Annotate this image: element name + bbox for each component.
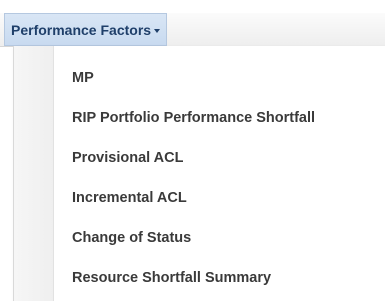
menu-item-label: Change of Status	[72, 230, 192, 246]
menu-item-change-of-status[interactable]: Change of Status	[14, 218, 385, 258]
menu-item-provisional-acl[interactable]: Provisional ACL	[14, 138, 385, 178]
dropdown-menu: MP RIP Portfolio Performance Shortfall P…	[13, 46, 385, 301]
menu-bar: Performance Factors	[0, 13, 385, 47]
dropdown-menu-list: MP RIP Portfolio Performance Shortfall P…	[14, 58, 385, 298]
caret-down-icon	[154, 28, 161, 33]
performance-factors-menu-button[interactable]: Performance Factors	[4, 13, 168, 46]
menu-item-label: MP	[72, 70, 94, 86]
menu-item-rip-portfolio-performance-shortfall[interactable]: RIP Portfolio Performance Shortfall	[14, 98, 385, 138]
menu-item-label: Resource Shortfall Summary	[72, 270, 272, 286]
menu-item-resource-shortfall-summary[interactable]: Resource Shortfall Summary	[14, 258, 385, 298]
menu-trigger-label: Performance Factors	[11, 21, 152, 38]
menu-item-label: Incremental ACL	[72, 190, 187, 206]
menu-item-label: Provisional ACL	[72, 150, 184, 166]
menu-item-label: RIP Portfolio Performance Shortfall	[72, 110, 316, 126]
menu-item-mp[interactable]: MP	[14, 58, 385, 98]
menu-item-incremental-acl[interactable]: Incremental ACL	[14, 178, 385, 218]
